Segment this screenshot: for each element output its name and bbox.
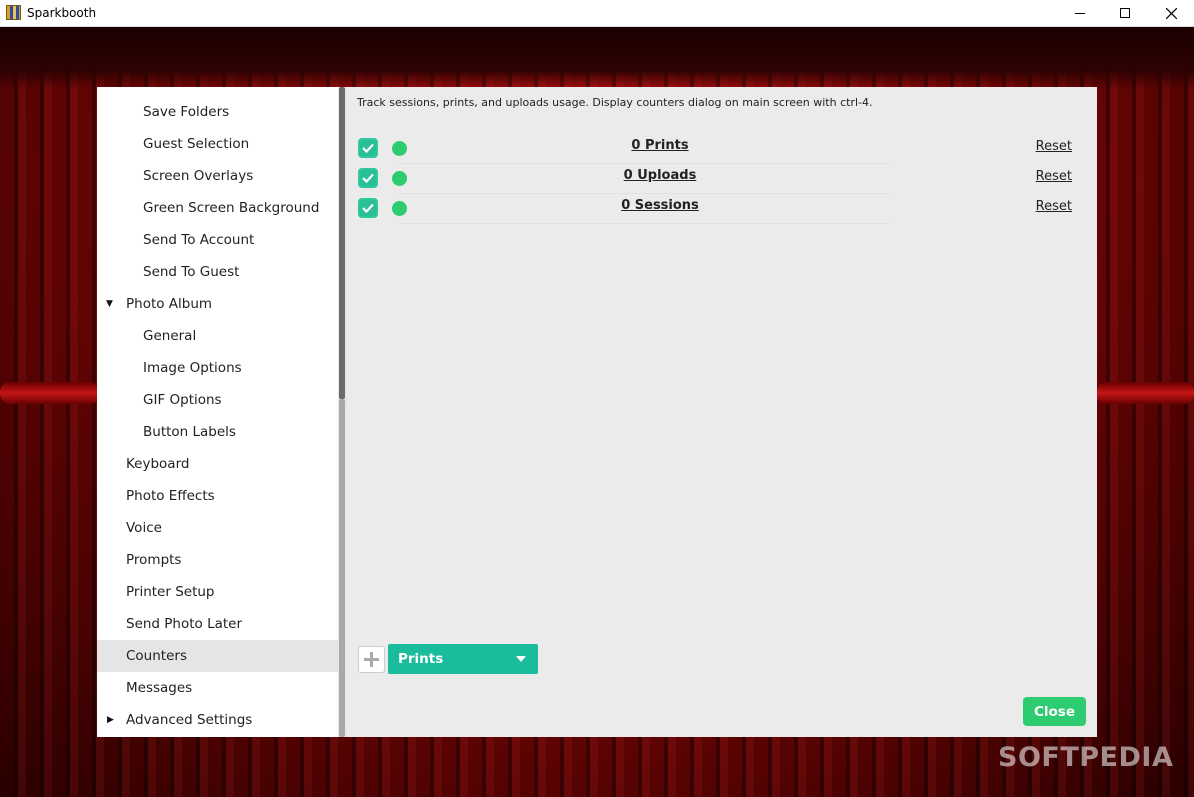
sidebar-item-label: Advanced Settings — [126, 712, 253, 728]
settings-sidebar: Save Folders Guest Selection Screen Over… — [97, 87, 338, 737]
checkmark-icon — [362, 203, 374, 214]
uploads-counter-label[interactable]: 0 Uploads — [507, 168, 813, 183]
status-dot — [392, 141, 407, 156]
curtain-tieback-right — [1096, 382, 1194, 404]
scrollbar-track-upper[interactable] — [339, 87, 345, 399]
sidebar-item-advanced-settings[interactable]: ▶ Advanced Settings — [97, 704, 338, 736]
sidebar-item-label: Prompts — [126, 552, 182, 568]
counter-row-sessions: 0 Sessions Reset — [357, 195, 1087, 225]
sidebar-item-photo-album[interactable]: ▼ Photo Album — [97, 288, 338, 320]
sidebar-item-label: Screen Overlays — [143, 168, 254, 184]
maximize-icon — [1120, 8, 1130, 18]
sessions-reset-link[interactable]: Reset — [1036, 199, 1072, 214]
sidebar-item-label: Photo Effects — [126, 488, 215, 504]
window-title: Sparkbooth — [27, 6, 97, 20]
checkmark-icon — [362, 143, 374, 154]
sidebar-item-label: General — [143, 328, 197, 344]
sessions-checkbox[interactable] — [358, 198, 378, 218]
sidebar-item-counters[interactable]: Counters — [97, 640, 338, 672]
counters-description: Track sessions, prints, and uploads usag… — [357, 96, 873, 109]
counter-type-dropdown[interactable]: Prints — [388, 644, 538, 674]
window-close-button[interactable] — [1148, 0, 1194, 26]
row-divider — [397, 193, 889, 194]
sidebar-item-label: Send To Account — [143, 232, 255, 248]
sidebar-item-label: GIF Options — [143, 392, 222, 408]
sidebar-item-label: Green Screen Background — [143, 200, 320, 216]
sidebar-item-label: Voice — [126, 520, 162, 536]
sidebar-item-image-options[interactable]: Image Options — [97, 352, 338, 384]
sidebar-item-label: Send Photo Later — [126, 616, 243, 632]
add-counter-button[interactable] — [358, 646, 385, 673]
sidebar-item-green-screen-background[interactable]: Green Screen Background — [97, 192, 338, 224]
sidebar-item-label: Guest Selection — [143, 136, 250, 152]
plus-icon — [364, 652, 379, 667]
sidebar-item-send-photo-later[interactable]: Send Photo Later — [97, 608, 338, 640]
status-dot — [392, 171, 407, 186]
sidebar-item-label: Photo Album — [126, 296, 213, 312]
status-dot — [392, 201, 407, 216]
counter-row-uploads: 0 Uploads Reset — [357, 165, 1087, 195]
sessions-counter-label[interactable]: 0 Sessions — [507, 198, 813, 213]
row-divider — [397, 163, 889, 164]
curtain-valance — [0, 27, 1194, 89]
sidebar-item-photo-effects[interactable]: Photo Effects — [97, 480, 338, 512]
sidebar-item-send-to-guest[interactable]: Send To Guest — [97, 256, 338, 288]
sidebar-item-general[interactable]: General — [97, 320, 338, 352]
sidebar-scrollbar[interactable] — [338, 87, 347, 737]
sidebar-item-prompts[interactable]: Prompts — [97, 544, 338, 576]
sidebar-item-label: Save Folders — [143, 104, 230, 120]
sparkbooth-app-icon — [6, 5, 21, 20]
sidebar-item-save-folders[interactable]: Save Folders — [97, 96, 338, 128]
curtain-tieback-left — [0, 382, 100, 404]
prints-reset-link[interactable]: Reset — [1036, 139, 1072, 154]
minimize-icon — [1075, 13, 1085, 14]
sidebar-item-label: Image Options — [143, 360, 242, 376]
prints-checkbox[interactable] — [358, 138, 378, 158]
maximize-button[interactable] — [1102, 0, 1148, 26]
softpedia-watermark: SOFTPEDIA — [998, 742, 1174, 773]
sidebar-item-keyboard[interactable]: Keyboard — [97, 448, 338, 480]
counters-panel: Track sessions, prints, and uploads usag… — [347, 87, 1097, 737]
caret-right-icon[interactable]: ▶ — [107, 715, 114, 725]
sidebar-item-screen-overlays[interactable]: Screen Overlays — [97, 160, 338, 192]
uploads-checkbox[interactable] — [358, 168, 378, 188]
sidebar-item-gif-options[interactable]: GIF Options — [97, 384, 338, 416]
sidebar-item-voice[interactable]: Voice — [97, 512, 338, 544]
checkmark-icon — [362, 173, 374, 184]
counter-row-prints: 0 Prints Reset — [357, 135, 1087, 165]
sidebar-item-label: Messages — [126, 680, 193, 696]
sidebar-item-label: Printer Setup — [126, 584, 215, 600]
title-bar: Sparkbooth — [0, 0, 1194, 27]
row-divider — [397, 223, 889, 224]
prints-counter-label[interactable]: 0 Prints — [507, 138, 813, 153]
close-button[interactable]: Close — [1023, 697, 1086, 726]
dropdown-selected-value: Prints — [398, 651, 444, 667]
uploads-reset-link[interactable]: Reset — [1036, 169, 1072, 184]
minimize-button[interactable] — [1057, 0, 1103, 26]
sidebar-item-label: Counters — [126, 648, 187, 664]
sidebar-item-messages[interactable]: Messages — [97, 672, 338, 704]
sidebar-item-label: Button Labels — [143, 424, 236, 440]
caret-down-icon — [516, 656, 526, 662]
sidebar-item-guest-selection[interactable]: Guest Selection — [97, 128, 338, 160]
sidebar-item-send-to-account[interactable]: Send To Account — [97, 224, 338, 256]
scrollbar-thumb[interactable] — [339, 399, 345, 737]
caret-down-icon[interactable]: ▼ — [106, 299, 113, 309]
sidebar-item-printer-setup[interactable]: Printer Setup — [97, 576, 338, 608]
close-icon — [1165, 7, 1177, 19]
sidebar-item-label: Keyboard — [126, 456, 190, 472]
sidebar-item-label: Send To Guest — [143, 264, 240, 280]
sidebar-item-button-labels[interactable]: Button Labels — [97, 416, 338, 448]
